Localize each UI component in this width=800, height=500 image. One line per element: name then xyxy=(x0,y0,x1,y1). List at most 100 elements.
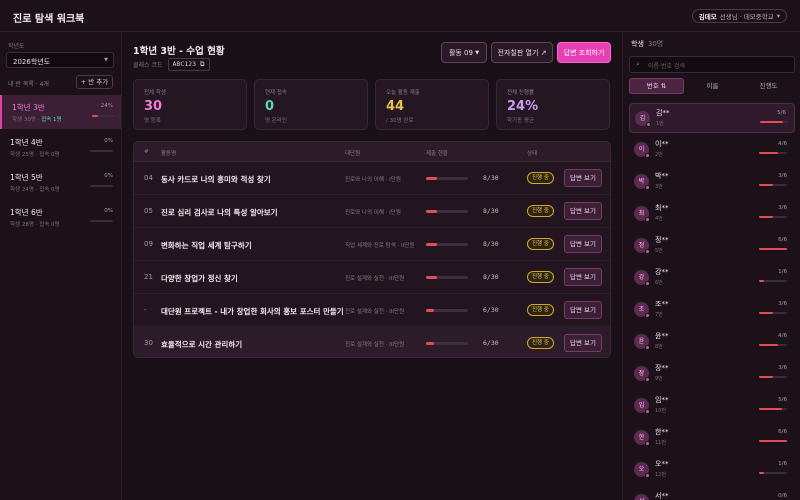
submission-count: 8/30 xyxy=(483,174,499,182)
activity-unit: 직업 세계와 진로 탐색 · II단원 xyxy=(345,243,415,249)
student-item[interactable]: 오 오** 12번 1/6 xyxy=(629,455,795,485)
student-item[interactable]: 이 이** 2번 4/6 xyxy=(629,135,795,165)
student-score: 3/6 xyxy=(778,205,787,211)
student-item[interactable]: 강 강** 6번 1/6 xyxy=(629,263,795,293)
class-progress-bar xyxy=(90,185,113,187)
submission-progress-bar xyxy=(426,210,468,213)
user-menu-button[interactable]: 김데모 선생님 · 데모중학교 ▾ xyxy=(691,9,787,23)
app-title: 진로 탐색 워크북 xyxy=(13,14,85,25)
year-label: 학년도 xyxy=(8,43,25,50)
activity-title: 효율적으로 시간 관리하기 xyxy=(161,340,243,349)
submission-count: 6/30 xyxy=(483,339,499,347)
online-status-dot xyxy=(645,153,650,158)
table-row[interactable]: 05 진로 심리 검사로 나의 특성 알아보기 진로와 나의 이해 · I단원 8/3… xyxy=(134,195,610,228)
sort-tab-number[interactable]: 번호 ⇅ xyxy=(629,78,684,94)
submission-progress-bar xyxy=(426,276,468,279)
class-progress-text: 0% xyxy=(104,173,113,179)
class-progress-text: 24% xyxy=(100,103,113,109)
status-badge: 진행 중 xyxy=(527,304,554,316)
activity-select[interactable]: 활동 09 ▼ xyxy=(441,42,487,63)
class-name: 1학년 4반 xyxy=(10,138,43,147)
table-row[interactable]: 30 효율적으로 시간 관리하기 진로 설계와 실천 · III단원 6/30 진행 중… xyxy=(134,327,610,357)
year-select[interactable]: 2026학년도 ▼ xyxy=(6,52,114,68)
student-progress-bar xyxy=(759,312,787,314)
activity-number: - xyxy=(144,306,147,314)
students-panel: 학생 30명 ⌕ 이름·번호 검색 번호 ⇅ 이름 진행도 김 김** 1번 5/6 이 이… xyxy=(622,32,800,500)
student-search-input[interactable]: ⌕ 이름·번호 검색 xyxy=(629,56,795,73)
view-answers-button[interactable]: 답변 조회하기 xyxy=(557,42,611,63)
submission-count: 8/30 xyxy=(483,240,499,248)
submission-progress-bar xyxy=(426,309,468,312)
table-row[interactable]: 21 다양한 창업가 정신 찾기 진로 설계와 실천 · III단원 8/30 진행 중… xyxy=(134,261,610,294)
avatar: 서 xyxy=(634,494,649,500)
student-number: 11번 xyxy=(655,440,666,446)
avatar: 정 xyxy=(634,238,650,254)
student-number: 4번 xyxy=(655,216,663,222)
avatar: 김 xyxy=(635,111,651,127)
student-item[interactable]: 임 임** 10번 5/6 xyxy=(629,391,795,421)
student-progress-bar xyxy=(759,184,787,186)
activity-number: 05 xyxy=(144,207,153,215)
online-status-dot xyxy=(645,249,650,254)
view-answer-button[interactable]: 답변 보기 xyxy=(564,202,602,220)
online-status-dot xyxy=(645,409,650,414)
student-item[interactable]: 정 정** 5번 6/6 xyxy=(629,231,795,261)
class-item[interactable]: 1학년 3반 학생 30명 · 접속 1명 24% xyxy=(0,95,121,129)
activity-unit: 진로 설계와 실천 · III단원 xyxy=(345,309,405,315)
sort-tab-progress[interactable]: 진행도 xyxy=(741,78,796,94)
submission-count: 8/30 xyxy=(483,273,499,281)
student-name: 최** xyxy=(655,204,669,212)
activity-number: 09 xyxy=(144,240,153,248)
student-item[interactable]: 김 김** 1번 5/6 xyxy=(629,103,795,133)
student-number: 12번 xyxy=(655,472,666,478)
user-name: 김데모 xyxy=(698,13,717,21)
view-answer-button[interactable]: 답변 보기 xyxy=(564,334,602,352)
student-item[interactable]: 장 장** 9번 3/6 xyxy=(629,359,795,389)
student-item[interactable]: 최 최** 4번 3/6 xyxy=(629,199,795,229)
view-answer-button[interactable]: 답변 보기 xyxy=(564,235,602,253)
view-answer-button[interactable]: 답변 보기 xyxy=(564,169,602,187)
student-number: 6번 xyxy=(655,280,663,286)
student-item[interactable]: 윤 윤** 8번 4/6 xyxy=(629,327,795,357)
sort-tab-name[interactable]: 이름 xyxy=(685,78,740,94)
student-progress-bar xyxy=(759,216,787,218)
table-row[interactable]: - 대단원 프로젝트 - 내가 창업한 회사의 홍보 포스터 만들기 진로 설계와 … xyxy=(134,294,610,327)
student-score: 1/6 xyxy=(778,461,787,467)
class-item[interactable]: 1학년 4반 학생 25명 · 접속 0명 0% xyxy=(0,130,121,164)
online-status-dot xyxy=(645,441,650,446)
status-badge: 진행 중 xyxy=(527,271,554,283)
table-row[interactable]: 09 변화하는 직업 세계 탐구하기 직업 세계와 진로 탐색 · II단원 8/30… xyxy=(134,228,610,261)
open-board-button[interactable]: 전자칠판 열기 ↗ xyxy=(491,42,553,63)
class-sub: 학생 28명 · 접속 0명 xyxy=(10,222,60,228)
student-item[interactable]: 박 박** 3번 3/6 xyxy=(629,167,795,197)
student-score: 5/6 xyxy=(777,110,786,116)
chevron-down-icon: ▼ xyxy=(104,57,108,63)
view-answer-button[interactable]: 답변 보기 xyxy=(564,268,602,286)
activity-table: # 활동명 대단원 제출 현황 상태 04 동사 카드로 나의 흥미와 적성 찾기… xyxy=(133,141,611,358)
student-number: 8번 xyxy=(655,344,663,350)
student-item[interactable]: 조 조** 7번 3/6 xyxy=(629,295,795,325)
activity-title: 진로 심리 검사로 나의 특성 알아보기 xyxy=(161,208,278,217)
student-number: 3번 xyxy=(655,184,663,190)
class-sub: 학생 25명 · 접속 0명 xyxy=(10,152,60,158)
class-item[interactable]: 1학년 5반 학생 24명 · 접속 0명 0% xyxy=(0,165,121,199)
class-code-copy-button[interactable]: ABC123 ⧉ xyxy=(167,58,210,71)
student-progress-bar xyxy=(759,280,787,282)
status-badge: 진행 중 xyxy=(527,337,554,349)
student-name: 임** xyxy=(655,396,669,404)
add-class-button[interactable]: + 반 추가 xyxy=(76,75,113,89)
student-item[interactable]: 한 한** 11번 6/6 xyxy=(629,423,795,453)
student-progress-bar xyxy=(759,472,787,474)
avatar: 이 xyxy=(634,142,650,158)
activity-number: 30 xyxy=(144,339,153,347)
student-item[interactable]: 서서**13번0/6 xyxy=(629,487,795,500)
view-answer-button[interactable]: 답변 보기 xyxy=(564,301,602,319)
avatar: 박 xyxy=(634,174,650,190)
online-status-dot xyxy=(645,313,650,318)
table-row[interactable]: 04 동사 카드로 나의 흥미와 적성 찾기 진로와 나의 이해 · I단원 8/30… xyxy=(134,162,610,195)
class-item[interactable]: 1학년 6반 학생 28명 · 접속 0명 0% xyxy=(0,200,121,234)
class-progress-text: 0% xyxy=(104,138,113,144)
student-score: 5/6 xyxy=(778,397,787,403)
student-progress-bar xyxy=(759,440,787,442)
avatar: 강 xyxy=(634,270,650,286)
